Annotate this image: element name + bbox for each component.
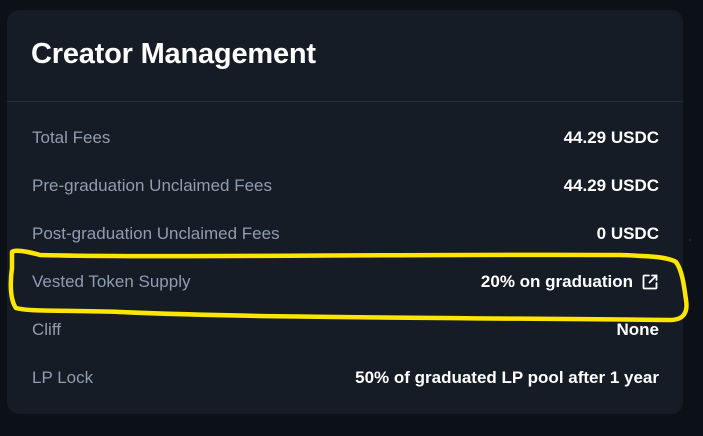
row-label: LP Lock xyxy=(32,368,94,387)
row-cliff: Cliff None xyxy=(7,306,683,354)
details-list: Total Fees 44.29 USDC Pre-graduation Unc… xyxy=(7,114,683,402)
vested-token-supply-link[interactable]: 20% on graduation xyxy=(481,272,659,292)
creator-management-card: Creator Management Total Fees 44.29 USDC… xyxy=(7,10,683,414)
row-label: Post-graduation Unclaimed Fees xyxy=(32,224,280,243)
row-label: Cliff xyxy=(32,320,61,339)
card-title: Creator Management xyxy=(31,38,316,70)
row-post-graduation-unclaimed-fees: Post-graduation Unclaimed Fees 0 USDC xyxy=(7,210,683,258)
row-label: Pre-graduation Unclaimed Fees xyxy=(32,176,273,195)
card-header: Creator Management xyxy=(7,10,683,102)
row-value: 44.29 USDC xyxy=(563,128,659,147)
row-value: None xyxy=(616,320,660,339)
row-label: Vested Token Supply xyxy=(32,272,191,291)
row-value: 50% of graduated LP pool after 1 year xyxy=(355,368,659,387)
row-label: Total Fees xyxy=(32,128,111,147)
row-value: 0 USDC xyxy=(596,224,659,243)
row-total-fees: Total Fees 44.29 USDC xyxy=(7,114,683,162)
row-pre-graduation-unclaimed-fees: Pre-graduation Unclaimed Fees 44.29 USDC xyxy=(7,162,683,210)
row-value: 20% on graduation xyxy=(480,272,633,291)
row-lp-lock: LP Lock 50% of graduated LP pool after 1… xyxy=(7,354,683,402)
row-vested-token-supply: Vested Token Supply 20% on graduation xyxy=(7,258,683,306)
row-value: 44.29 USDC xyxy=(563,176,659,195)
external-link-icon[interactable] xyxy=(641,273,659,291)
